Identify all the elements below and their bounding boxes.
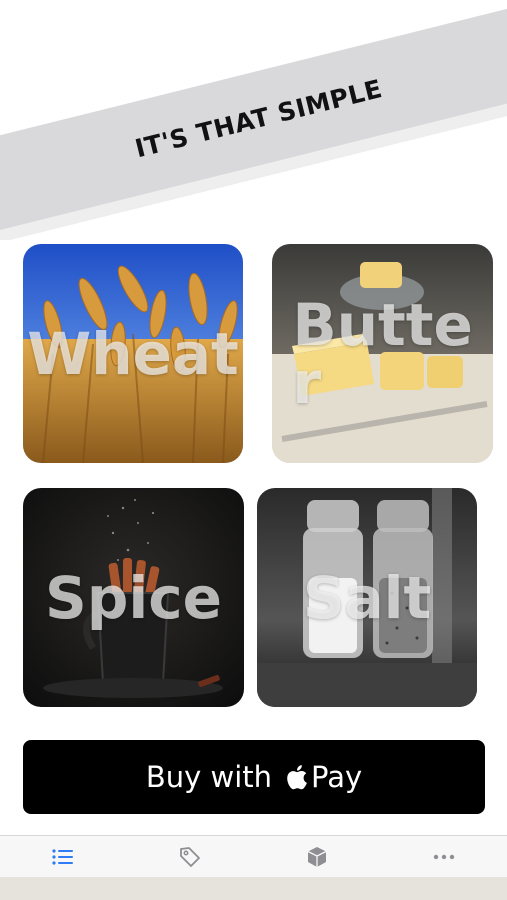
- banner-stripe: IT'S THAT SIMPLE: [0, 0, 507, 240]
- tile-label-butter: Butter: [292, 290, 473, 417]
- list-icon: [52, 849, 74, 865]
- box-icon: [307, 847, 327, 867]
- tile-label-spice: Spice: [45, 563, 222, 632]
- tab-more[interactable]: [414, 836, 474, 878]
- apple-logo-icon: [287, 765, 307, 790]
- home-indicator-area: [0, 877, 507, 900]
- tile-wheat[interactable]: Wheat: [23, 244, 243, 463]
- tab-list[interactable]: [33, 836, 93, 878]
- tile-label-wheat: Wheat: [27, 319, 239, 388]
- tab-box[interactable]: [287, 836, 347, 878]
- tile-label-salt: Salt: [302, 563, 432, 632]
- more-icon: [433, 854, 454, 860]
- pay-button-suffix: Pay: [311, 760, 363, 794]
- tile-salt[interactable]: Salt: [257, 488, 477, 707]
- header-banner: IT'S THAT SIMPLE: [0, 0, 507, 240]
- tile-butter[interactable]: Butter: [272, 244, 493, 463]
- tag-icon: [180, 847, 201, 867]
- banner-title: IT'S THAT SIMPLE: [132, 73, 385, 163]
- tab-tags[interactable]: [160, 836, 220, 878]
- tile-spice[interactable]: Spice: [23, 488, 244, 707]
- pay-button-prefix: Buy with: [145, 760, 273, 794]
- tab-bar: [0, 835, 507, 878]
- buy-with-apple-pay-button[interactable]: Buy with Pay: [23, 740, 485, 814]
